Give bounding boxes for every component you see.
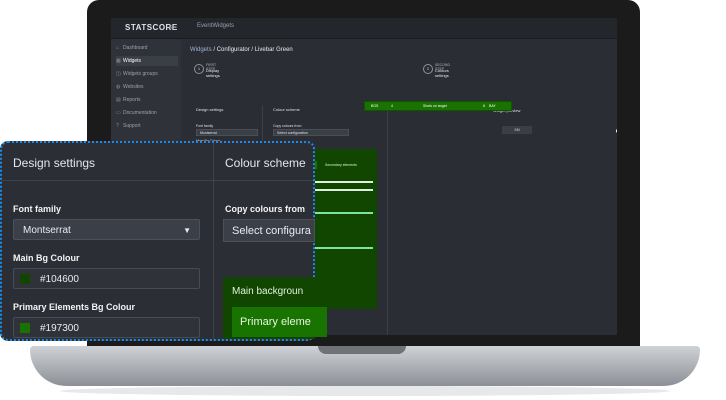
stat-label: Shots on target <box>423 104 447 108</box>
sidebar-item-reports[interactable]: ▤ Reports <box>116 95 178 105</box>
preview-size-button[interactable]: SM <box>502 126 532 134</box>
sidebar-item-websites[interactable]: ◍ Websites <box>116 82 178 92</box>
sidebar-item-support[interactable]: ? Support <box>116 121 178 131</box>
breadcrumb-current: Configurator / Livebar Green <box>216 47 293 53</box>
chart-icon: ▤ <box>116 97 121 103</box>
chevron-down-icon: ▼ <box>183 226 191 235</box>
sidebar-item-widgets[interactable]: ▦ Widgets <box>116 56 178 66</box>
laptop-shadow <box>60 386 670 396</box>
callout-colour-preview: Main backgroun Primary eleme <box>223 277 327 339</box>
colour-scheme-heading: Colour scheme <box>273 107 300 112</box>
home-icon: ⌂ <box>116 45 120 51</box>
home-score: 4 <box>391 104 393 108</box>
help-icon: ? <box>116 123 119 129</box>
font-family-label: Font family <box>196 124 214 128</box>
away-score: 6 <box>483 104 485 108</box>
sidebar-item-documentation[interactable]: ▭ Documentation <box>116 108 178 118</box>
callout-divider <box>213 143 214 339</box>
callout-main-bg-label: Main Bg Colour <box>13 253 80 263</box>
callout-font-family-select[interactable]: Montserrat ▼ <box>13 219 200 240</box>
away-team: BAY <box>489 104 496 108</box>
breadcrumb: Widgets / Configurator / Livebar Green <box>190 47 293 53</box>
laptop-notch <box>318 346 406 354</box>
design-settings-heading: Design settings <box>196 107 224 112</box>
font-family-select[interactable]: Montserrat <box>196 129 258 136</box>
callout-design-heading: Design settings <box>13 156 96 170</box>
callout-colour-heading: Colour scheme <box>225 156 306 170</box>
home-team: BOS <box>371 104 379 108</box>
callout-primary-bg-field[interactable]: #197300 <box>13 317 200 338</box>
copy-colours-label: Copy colours from <box>273 124 302 128</box>
livebar-preview: BOS 4 Shots on target 6 BAY <box>364 101 512 111</box>
primary-bg-swatch[interactable] <box>20 323 30 333</box>
doc-icon: ▭ <box>116 110 121 116</box>
callout-font-family-label: Font family <box>13 204 62 214</box>
callout-copy-label: Copy colours from <box>225 204 306 214</box>
callout-divider <box>2 180 313 181</box>
globe-icon: ◍ <box>116 84 121 90</box>
callout-main-bg-text: Main backgroun <box>232 286 304 297</box>
copy-colours-select[interactable]: Select configuration <box>273 129 349 136</box>
layers-icon: ◫ <box>116 71 121 77</box>
user-label[interactable]: EventWidgets <box>197 23 234 29</box>
menu-icon[interactable]: ≡ <box>169 23 174 32</box>
main-bg-swatch[interactable] <box>20 274 30 284</box>
breadcrumb-widgets[interactable]: Widgets <box>190 47 212 53</box>
sidebar-item-widgets-groups[interactable]: ◫ Widgets groups <box>116 69 178 79</box>
preview-indicator <box>616 129 617 133</box>
callout-main-bg-field[interactable]: #104600 <box>13 268 200 289</box>
secondary-elements-text: Secondary elements <box>325 163 357 167</box>
callout-primary-sample: Primary eleme <box>232 307 327 337</box>
grid-icon: ▦ <box>116 58 121 64</box>
top-bar: STATSCORE ≡ EventWidgets <box>111 18 617 39</box>
sidebar-item-dashboard[interactable]: ⌂ Dashboard <box>116 43 178 53</box>
callout-copy-select[interactable]: Select configura <box>223 219 315 242</box>
callout-primary-bg-label: Primary Elements Bg Colour <box>13 302 136 312</box>
column-divider <box>387 105 388 335</box>
